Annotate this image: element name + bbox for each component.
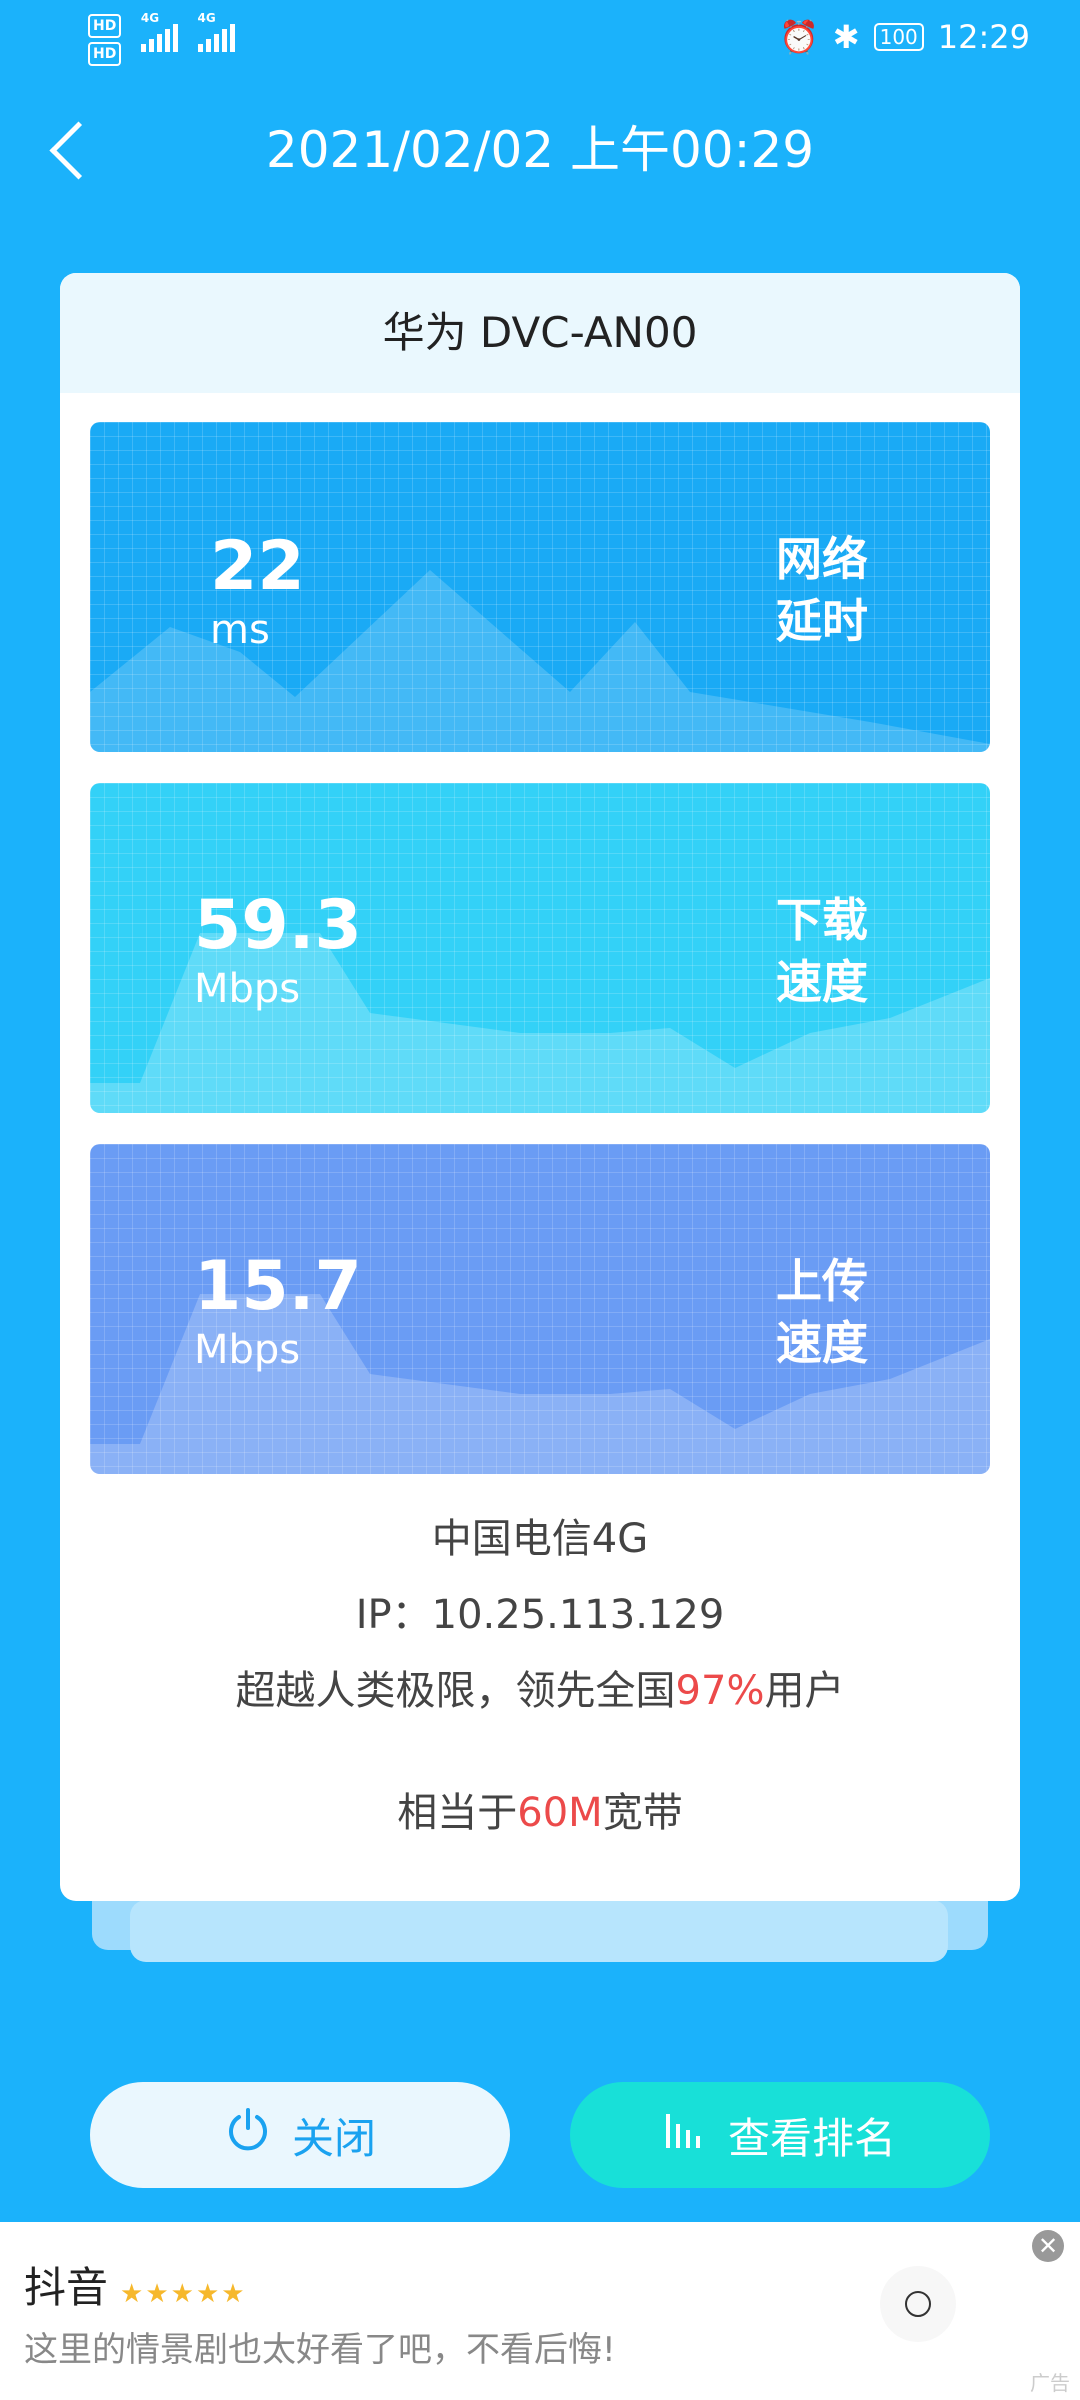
equivalent-text: 相当于60M宽带 <box>60 1785 1020 1841</box>
label-line: 延时 <box>776 594 868 648</box>
download-value: 59.3 <box>194 886 362 965</box>
rank-percent: 97% <box>675 1668 765 1714</box>
label-line: 速度 <box>776 1316 868 1370</box>
upload-panel: 15.7 Mbps 上传 速度 <box>90 1144 990 1474</box>
download-label: 下载 速度 <box>774 889 870 1013</box>
status-bar: HD HD 4G 4G ⏰ ✱ 100 12:29 <box>0 0 1080 80</box>
upload-value: 15.7 <box>194 1247 362 1326</box>
download-panel: 59.3 Mbps 下载 速度 <box>90 783 990 1113</box>
rank-button-label: 查看排名 <box>727 2113 896 2163</box>
rank-prefix: 超越人类极限，领先全国 <box>235 1668 676 1714</box>
latency-panel: 22 ms 网络 延时 <box>90 422 990 752</box>
network-type: 4G <box>140 11 160 25</box>
close-button-label: 关闭 <box>291 2113 376 2163</box>
ad-app-name: 抖音 <box>24 2263 109 2312</box>
ip-text: IP：10.25.113.129 <box>355 1592 725 1638</box>
hd-icon: HD <box>88 42 122 66</box>
clock: 12:29 <box>937 18 1030 56</box>
latency-value: 22 <box>210 527 305 606</box>
rank-text: 超越人类极限，领先全国97%用户 <box>60 1663 1020 1719</box>
rank-suffix: 用户 <box>764 1668 845 1714</box>
label-line: 网络 <box>776 532 868 586</box>
ad-text: 这里的情景剧也太好看了吧，不看后悔! <box>24 2330 616 2370</box>
battery-icon: 100 <box>873 23 924 51</box>
close-button[interactable]: 关闭 <box>90 2082 510 2188</box>
latency-unit: ms <box>210 607 270 653</box>
network-type: 4G <box>197 11 216 25</box>
ad-title: 抖音 ★★★★★ <box>24 2254 247 2315</box>
hd-icon: HD <box>88 14 122 38</box>
label-line: 上传 <box>776 1254 868 1308</box>
ad-logo-icon <box>880 2266 956 2342</box>
page-title: 2021/02/02 上午00:29 <box>265 121 815 179</box>
signal-indicators: HD HD 4G 4G <box>88 12 235 68</box>
ad-banner[interactable]: 抖音 ★★★★★ 这里的情景剧也太好看了吧，不看后悔! ✕ 广告 <box>0 2222 1080 2400</box>
ad-tag: 广告 <box>1030 2371 1070 2395</box>
equiv-value: 60M <box>517 1790 603 1836</box>
ad-close-icon[interactable]: ✕ <box>1032 2230 1064 2262</box>
latency-label: 网络 延时 <box>774 528 870 652</box>
bluetooth-icon: ✱ <box>832 18 860 56</box>
device-name: 华为 DVC-AN00 <box>60 273 1020 393</box>
upload-label: 上传 速度 <box>774 1250 870 1374</box>
signal-icon: 4G <box>140 11 178 57</box>
bar-chart-icon <box>664 2110 708 2160</box>
result-card: 华为 DVC-AN00 22 ms 网络 延时 59.3 Mbps 下载 速度 … <box>60 273 1020 1901</box>
rating-stars-icon: ★★★★★ <box>120 2279 247 2309</box>
power-icon <box>224 2106 272 2164</box>
equiv-suffix: 宽带 <box>602 1790 683 1836</box>
view-ranking-button[interactable]: 查看排名 <box>570 2082 990 2188</box>
label-line: 速度 <box>776 955 868 1009</box>
status-right: ⏰ ✱ 100 12:29 <box>779 18 1030 56</box>
equiv-prefix: 相当于 <box>397 1790 518 1836</box>
top-bar: 2021/02/02 上午00:29 <box>0 100 1080 200</box>
alarm-icon: ⏰ <box>778 18 819 56</box>
signal-icon: 4G <box>197 11 235 57</box>
card-stack-layer <box>130 1900 948 1962</box>
upload-unit: Mbps <box>194 1327 301 1373</box>
label-line: 下载 <box>776 893 868 947</box>
download-unit: Mbps <box>194 966 301 1012</box>
carrier-text: 中国电信4G <box>431 1516 649 1562</box>
